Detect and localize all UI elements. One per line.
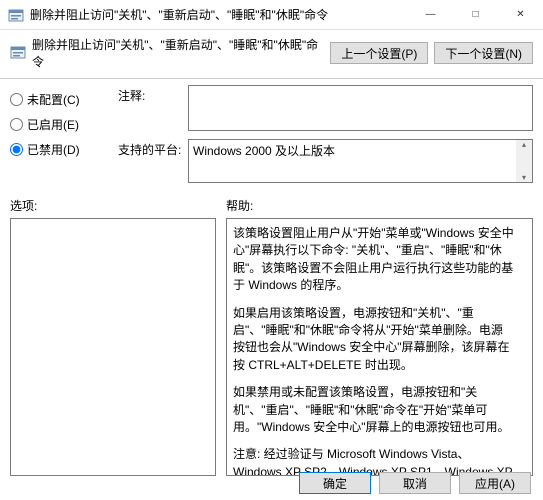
titlebar: 删除并阻止访问"关机"、"重新启动"、"睡眠"和"休眠"命令 — □ ✕ (0, 0, 543, 30)
details-column: 注释: 支持的平台: Windows 2000 及以上版本 ▴ ▾ (118, 85, 533, 191)
divider (0, 78, 543, 79)
radio-disabled-label: 已禁用(D) (27, 141, 80, 158)
ok-button[interactable]: 确定 (299, 472, 371, 494)
next-setting-button[interactable]: 下一个设置(N) (434, 42, 533, 64)
radio-disabled-input[interactable] (10, 143, 23, 156)
help-paragraph: 如果禁用或未配置该策略设置，电源按钮和"关机"、"重启"、"睡眠"和"休眠"命令… (233, 384, 514, 436)
options-label: 选项: (10, 197, 216, 214)
radio-enabled-label: 已启用(E) (27, 116, 79, 133)
apply-button[interactable]: 应用(A) (459, 472, 531, 494)
toolbar: 删除并阻止访问"关机"、"重新启动"、"睡眠"和"休眠"命令 上一个设置(P) … (0, 30, 543, 76)
radio-not-configured-input[interactable] (10, 93, 23, 106)
dialog-buttons: 确定 取消 应用(A) (299, 472, 531, 494)
settings-body: 未配置(C) 已启用(E) 已禁用(D) 注释: 支持的平台: Windows … (0, 85, 543, 191)
help-label: 帮助: (226, 197, 533, 214)
radio-enabled-input[interactable] (10, 118, 23, 131)
radio-disabled[interactable]: 已禁用(D) (10, 141, 108, 158)
radio-not-configured[interactable]: 未配置(C) (10, 91, 108, 108)
comment-label: 注释: (118, 85, 188, 131)
scroll-up-icon: ▴ (522, 140, 526, 149)
scroll-down-icon: ▾ (522, 173, 526, 182)
comment-row: 注释: (118, 85, 533, 131)
close-button[interactable]: ✕ (498, 0, 543, 30)
help-paragraph: 如果启用该策略设置，电源按钮和"关机"、"重启"、"睡眠"和"休眠"命令将从"开… (233, 305, 514, 375)
minimize-button[interactable]: — (408, 0, 453, 30)
platform-row: 支持的平台: Windows 2000 及以上版本 ▴ ▾ (118, 139, 533, 183)
maximize-button[interactable]: □ (453, 0, 498, 30)
policy-icon (8, 7, 24, 23)
help-column: 帮助: 该策略设置阻止用户从"开始"菜单或"Windows 安全中心"屏幕执行以… (226, 197, 533, 476)
policy-description: 删除并阻止访问"关机"、"重新启动"、"睡眠"和"休眠"命令 (32, 36, 324, 70)
platform-scrollbar[interactable]: ▴ ▾ (516, 140, 532, 182)
previous-setting-button[interactable]: 上一个设置(P) (330, 42, 428, 64)
state-radios: 未配置(C) 已启用(E) 已禁用(D) (10, 85, 108, 191)
comment-input[interactable] (188, 85, 533, 131)
platform-value: Windows 2000 及以上版本 (193, 144, 335, 158)
radio-not-configured-label: 未配置(C) (27, 91, 80, 108)
options-column: 选项: (10, 197, 216, 476)
window-title: 删除并阻止访问"关机"、"重新启动"、"睡眠"和"休眠"命令 (30, 6, 408, 23)
lower-section: 选项: 帮助: 该策略设置阻止用户从"开始"菜单或"Windows 安全中心"屏… (0, 191, 543, 476)
options-box (10, 218, 216, 476)
help-paragraph: 该策略设置阻止用户从"开始"菜单或"Windows 安全中心"屏幕执行以下命令:… (233, 225, 514, 295)
platform-value-box: Windows 2000 及以上版本 ▴ ▾ (188, 139, 533, 183)
help-box[interactable]: 该策略设置阻止用户从"开始"菜单或"Windows 安全中心"屏幕执行以下命令:… (226, 218, 533, 476)
cancel-button[interactable]: 取消 (379, 472, 451, 494)
platform-label: 支持的平台: (118, 139, 188, 183)
policy-icon-small (10, 44, 26, 63)
radio-enabled[interactable]: 已启用(E) (10, 116, 108, 133)
